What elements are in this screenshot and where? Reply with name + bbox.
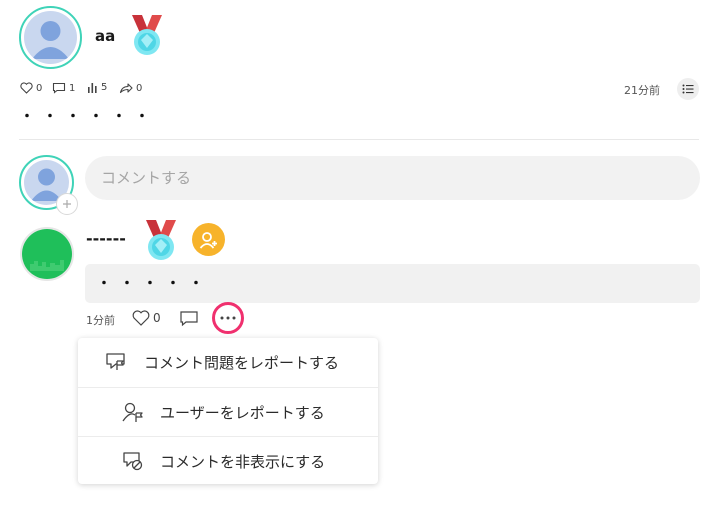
medal-icon: [132, 15, 162, 55]
comment-like-button[interactable]: 0: [132, 310, 161, 326]
comment-icon: [52, 82, 66, 94]
post-comment-count: 1: [69, 82, 76, 94]
add-user-icon: [199, 231, 217, 249]
menu-item-report-user[interactable]: ユーザーをレポートする: [78, 387, 378, 436]
ellipsis-icon: [220, 316, 236, 320]
report-user-icon: [122, 402, 143, 422]
menu-item-report-comment[interactable]: コメント問題をレポートする: [78, 338, 378, 387]
post-share-count: 0: [136, 82, 143, 94]
comment-options-menu: コメント問題をレポートする ユーザーをレポートする コメントを非表示にする: [78, 338, 378, 484]
post-author-avatar[interactable]: [19, 6, 82, 69]
default-user-icon: [32, 21, 69, 59]
reply-button[interactable]: [179, 310, 199, 331]
comment-timestamp: 1分前: [86, 314, 115, 327]
menu-item-label: コメント問題をレポートする: [144, 354, 340, 372]
post-like-button[interactable]: 0: [20, 82, 42, 94]
post-author-name[interactable]: aa: [95, 27, 115, 45]
menu-item-label: ユーザーをレポートする: [160, 404, 325, 422]
commenter-name[interactable]: ------: [86, 229, 126, 248]
views-bar-icon: [88, 83, 97, 93]
heart-icon: [20, 82, 33, 94]
list-icon: [682, 84, 694, 94]
comment-bubble: ・・・・・: [85, 264, 700, 303]
post-views: 5: [87, 82, 107, 93]
post-comment-button[interactable]: 1: [52, 82, 75, 94]
comment-like-count: 0: [153, 311, 161, 325]
section-divider: [19, 139, 699, 140]
post-share-button[interactable]: 0: [119, 82, 142, 94]
post-body: ・・・・・・: [20, 109, 158, 125]
menu-item-hide-comment[interactable]: コメントを非表示にする: [78, 436, 378, 485]
comment-icon: [180, 311, 198, 327]
post-list-button[interactable]: [677, 78, 699, 100]
post-timestamp: 21分前: [624, 84, 660, 97]
heart-icon: [132, 310, 150, 326]
add-avatar-button[interactable]: [56, 193, 78, 215]
share-icon: [119, 83, 133, 94]
comment-body: ・・・・・: [97, 276, 212, 292]
hide-comment-icon: [123, 452, 143, 471]
landscape-avatar-image: [22, 229, 72, 279]
more-options-button[interactable]: [212, 302, 244, 334]
follow-user-button[interactable]: [192, 223, 225, 256]
report-comment-icon: [106, 353, 125, 370]
menu-item-label: コメントを非表示にする: [160, 453, 326, 471]
post-view-count: 5: [101, 82, 108, 93]
commenter-avatar[interactable]: [20, 227, 74, 281]
post-like-count: 0: [36, 82, 43, 94]
medal-icon: [146, 220, 176, 260]
plus-icon: [63, 200, 71, 208]
comment-input[interactable]: [85, 156, 700, 200]
